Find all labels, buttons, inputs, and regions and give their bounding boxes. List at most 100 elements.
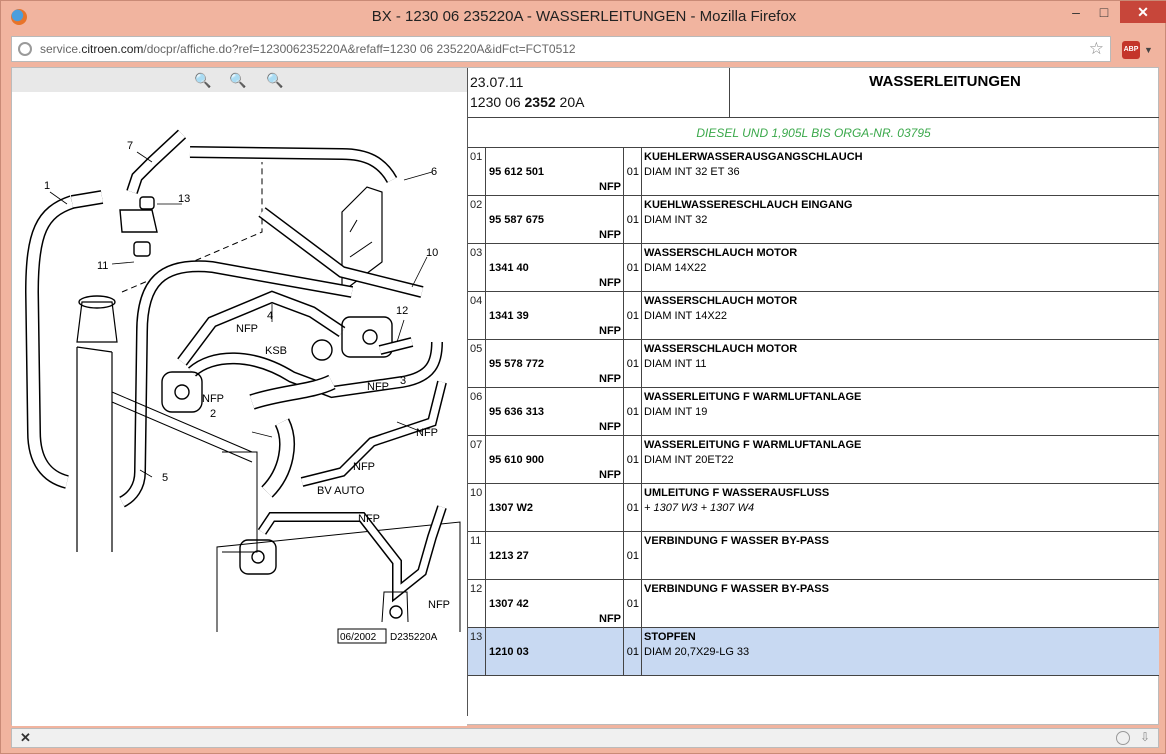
- download-icon[interactable]: ⇩: [1140, 730, 1150, 744]
- quantity: 01: [624, 484, 642, 531]
- part-detail: DIAM INT 20ET22: [644, 454, 734, 466]
- bookmark-star-icon[interactable]: ☆: [1089, 39, 1104, 59]
- label-nfp: NFP: [202, 393, 224, 405]
- part-description: WASSERSCHLAUCH MOTOR DIAM INT 11: [642, 340, 1159, 387]
- part-name: WASSERSCHLAUCH MOTOR: [644, 343, 798, 355]
- part-name: WASSERSCHLAUCH MOTOR: [644, 295, 798, 307]
- zoom-in-icon[interactable]: 🔍: [192, 70, 214, 90]
- callout-11: 11: [97, 260, 108, 272]
- minimize-button[interactable]: –: [1063, 1, 1089, 23]
- quantity: 01: [624, 580, 642, 627]
- url-prefix: service.: [40, 42, 82, 56]
- part-detail: DIAM INT 32: [644, 214, 708, 226]
- part-reference[interactable]: 95 612 501: [489, 166, 544, 178]
- url-host: citroen.com: [81, 42, 144, 56]
- table-row[interactable]: 07 95 610 900 NFP 01 WASSERLEITUNG F WARMLUF…: [468, 436, 1159, 484]
- part-reference-cell: 95 612 501 NFP: [486, 148, 624, 195]
- nfp-flag: NFP: [599, 229, 621, 241]
- part-description: STOPFEN DIAM 20,7X29-LG 33: [642, 628, 1159, 675]
- table-row[interactable]: 04 1341 39 NFP 01 WASSERSCHLAUCH MOTOR DIAM I…: [468, 292, 1159, 340]
- ref-suffix: 20A: [555, 94, 585, 110]
- table-row[interactable]: 11 1213 27 01 VERBINDUNG F WASSER BY-PASS: [468, 532, 1159, 580]
- callout-13: 13: [178, 193, 190, 205]
- part-reference[interactable]: 95 610 900: [489, 454, 544, 466]
- callout-3: 3: [400, 375, 406, 387]
- url-bar[interactable]: service.citroen.com/docpr/affiche.do?ref…: [11, 36, 1111, 62]
- quantity: 01: [624, 292, 642, 339]
- part-reference[interactable]: 95 578 772: [489, 358, 544, 370]
- part-reference-cell: 1341 39 NFP: [486, 292, 624, 339]
- label-nfp: NFP: [358, 513, 380, 525]
- label-bv-auto: BV AUTO: [317, 485, 365, 497]
- part-detail: DIAM INT 14X22: [644, 310, 727, 322]
- table-row[interactable]: 13 1210 03 01 STOPFEN DIAM 20,7X29-LG 33: [468, 628, 1159, 676]
- diagram-date: 06/2002: [340, 632, 377, 643]
- callout-7: 7: [127, 140, 133, 152]
- url-text[interactable]: service.citroen.com/docpr/affiche.do?ref…: [40, 42, 576, 56]
- maximize-button[interactable]: □: [1091, 1, 1117, 23]
- nfp-flag: NFP: [599, 325, 621, 337]
- quantity: 01: [624, 340, 642, 387]
- part-detail: DIAM 20,7X29-LG 33: [644, 646, 750, 658]
- part-reference-cell: 1307 W2: [486, 484, 624, 531]
- part-reference[interactable]: 1341 39: [489, 310, 529, 322]
- part-description: KUEHLERWASSERAUSGANGSCHLAUCH DIAM INT 32 …: [642, 148, 1159, 195]
- part-detail: + 1307 W3 + 1307 W4: [644, 502, 755, 514]
- table-row[interactable]: 05 95 578 772 NFP 01 WASSERSCHLAUCH MOTOR DIA…: [468, 340, 1159, 388]
- item-number: 13: [468, 628, 486, 675]
- part-reference[interactable]: 1341 40: [489, 262, 529, 274]
- table-row[interactable]: 10 1307 W2 01 UMLEITUNG F WASSERAUSFLUSS + 1…: [468, 484, 1159, 532]
- part-detail: DIAM INT 32 ET 36: [644, 166, 740, 178]
- part-reference[interactable]: 1210 03: [489, 646, 529, 658]
- item-number: 04: [468, 292, 486, 339]
- zoom-out-icon[interactable]: 🔍: [227, 70, 249, 90]
- header-info: 23.07.11 1230 06 2352 20A: [468, 68, 730, 117]
- nfp-flag: NFP: [599, 373, 621, 385]
- zoom-pan-icon[interactable]: 🔍: [264, 70, 286, 90]
- table-row[interactable]: 03 1341 40 NFP 01 WASSERSCHLAUCH MOTOR DIAM 1…: [468, 244, 1159, 292]
- part-reference-cell: 95 578 772 NFP: [486, 340, 624, 387]
- parts-panel: 23.07.11 1230 06 2352 20A WASSERLEITUNGE…: [468, 68, 1159, 726]
- quantity: 01: [624, 436, 642, 483]
- ref-bold: 2352: [524, 94, 556, 110]
- part-reference[interactable]: 1213 27: [489, 550, 529, 562]
- close-icon[interactable]: ✕: [20, 730, 31, 746]
- close-window-button[interactable]: ✕: [1120, 1, 1166, 23]
- nfp-flag: NFP: [599, 421, 621, 433]
- part-reference[interactable]: 95 636 313: [489, 406, 544, 418]
- table-row[interactable]: 01 95 612 501 NFP 01 KUEHLERWASSERAUSGANGSCH…: [468, 148, 1159, 196]
- label-ksb: KSB: [265, 345, 287, 357]
- table-row[interactable]: 06 95 636 313 NFP 01 WASSERLEITUNG F WARMLUF…: [468, 388, 1159, 436]
- quantity: 01: [624, 388, 642, 435]
- part-reference-cell: 95 587 675 NFP: [486, 196, 624, 243]
- page-content: 🔍 🔍 🔍 1 2 3 4 5 6 7 10 11 12 13 NFP KSB …: [11, 67, 1159, 726]
- callout-10: 10: [426, 247, 438, 259]
- page-subtitle: DIESEL UND 1,905L BIS ORGA-NR. 03795: [468, 118, 1159, 148]
- item-number: 12: [468, 580, 486, 627]
- part-reference[interactable]: 95 587 675: [489, 214, 544, 226]
- table-row[interactable]: 02 95 587 675 NFP 01 KUEHLWASSERESCHLAUCH EI…: [468, 196, 1159, 244]
- part-reference[interactable]: 1307 42: [489, 598, 529, 610]
- part-name: UMLEITUNG F WASSERAUSFLUSS: [644, 487, 830, 499]
- adblock-icon[interactable]: ABP: [1122, 41, 1140, 59]
- table-row[interactable]: 12 1307 42 NFP 01 VERBINDUNG F WASSER BY-PAS…: [468, 580, 1159, 628]
- ref-prefix: 1230 06: [470, 94, 525, 110]
- label-nfp: NFP: [236, 323, 258, 335]
- part-description: VERBINDUNG F WASSER BY-PASS: [642, 532, 1159, 579]
- page-title: WASSERLEITUNGEN: [869, 73, 1021, 90]
- header-date: 23.07.11: [470, 74, 524, 90]
- nfp-flag: NFP: [599, 181, 621, 193]
- nfp-flag: NFP: [599, 469, 621, 481]
- diagram-pane: 🔍 🔍 🔍 1 2 3 4 5 6 7 10 11 12 13 NFP KSB …: [12, 68, 467, 726]
- adblock-dropdown-icon[interactable]: ▼: [1144, 45, 1153, 55]
- part-detail: DIAM INT 11: [644, 358, 707, 370]
- part-reference-cell: 95 610 900 NFP: [486, 436, 624, 483]
- part-detail: DIAM 14X22: [644, 262, 707, 274]
- part-description: KUEHLWASSERESCHLAUCH EINGANG DIAM INT 32: [642, 196, 1159, 243]
- part-name: WASSERSCHLAUCH MOTOR: [644, 247, 798, 259]
- item-number: 05: [468, 340, 486, 387]
- title-bar: BX - 1230 06 235220A - WASSERLEITUNGEN -…: [1, 1, 1166, 33]
- quantity: 01: [624, 532, 642, 579]
- parts-table: 01 95 612 501 NFP 01 KUEHLERWASSERAUSGANGSCH…: [468, 148, 1159, 676]
- part-reference[interactable]: 1307 W2: [489, 502, 533, 514]
